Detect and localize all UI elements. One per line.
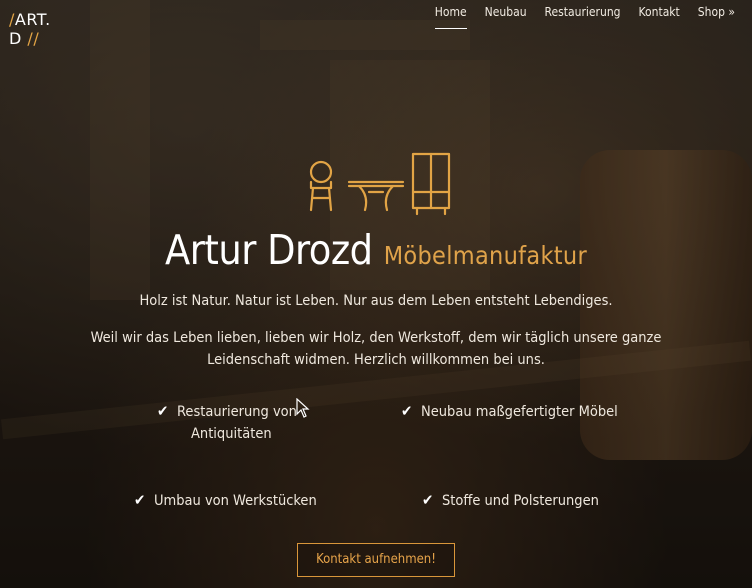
main-nav: Home Neubau Restaurierung Kontakt Shop » bbox=[426, 5, 744, 29]
feature-label: Restaurierung von bbox=[177, 404, 297, 420]
feature-umbau: ✔ Umbau von Werkstücken bbox=[134, 489, 317, 512]
feature-label: Stoffe und Polsterungen bbox=[442, 493, 599, 509]
feature-label: Umbau von Werkstücken bbox=[154, 493, 317, 509]
feature-label-line2: Antiquitäten bbox=[191, 426, 272, 442]
nav-item-home[interactable]: Home bbox=[426, 5, 476, 29]
logo-row2: D // bbox=[9, 29, 53, 48]
hero-subtitle: Möbelmanufaktur bbox=[383, 241, 587, 270]
feature-stoffe: ✔ Stoffe und Polsterungen bbox=[422, 489, 599, 512]
hero-lead-1: Holz ist Natur. Natur ist Leben. Nur aus… bbox=[139, 293, 613, 309]
hero-lead-2: Weil wir das Leben lieben, lieben wir Ho… bbox=[90, 330, 662, 368]
check-icon: ✔ bbox=[157, 402, 169, 420]
mouse-cursor-icon bbox=[296, 398, 310, 418]
hero-name: Artur Drozd bbox=[165, 226, 373, 274]
nav-item-restaurierung[interactable]: Restaurierung bbox=[536, 5, 630, 29]
feature-neubau: ✔ Neubau maßgefertigter Möbel bbox=[401, 400, 618, 423]
hero-title: Artur Drozd Möbelmanufaktur bbox=[0, 226, 752, 274]
nav-item-shop[interactable]: Shop » bbox=[689, 5, 744, 29]
contact-button[interactable]: Kontakt aufnehmen! bbox=[297, 543, 455, 577]
nav-item-kontakt[interactable]: Kontakt bbox=[630, 5, 689, 29]
feature-label: Neubau maßgefertigter Möbel bbox=[421, 404, 618, 420]
logo-text-line2: D bbox=[9, 29, 22, 48]
furniture-icon bbox=[309, 152, 451, 216]
feature-restaurierung: ✔ Restaurierung von Antiquitäten bbox=[157, 400, 347, 445]
logo-text-line1: ART. bbox=[14, 10, 51, 29]
site-logo[interactable]: /ART. D // bbox=[9, 10, 53, 50]
nav-item-neubau[interactable]: Neubau bbox=[476, 5, 536, 29]
check-icon: ✔ bbox=[134, 491, 146, 509]
logo-slashes: // bbox=[27, 29, 40, 48]
check-icon: ✔ bbox=[422, 491, 434, 509]
check-icon: ✔ bbox=[401, 402, 413, 420]
